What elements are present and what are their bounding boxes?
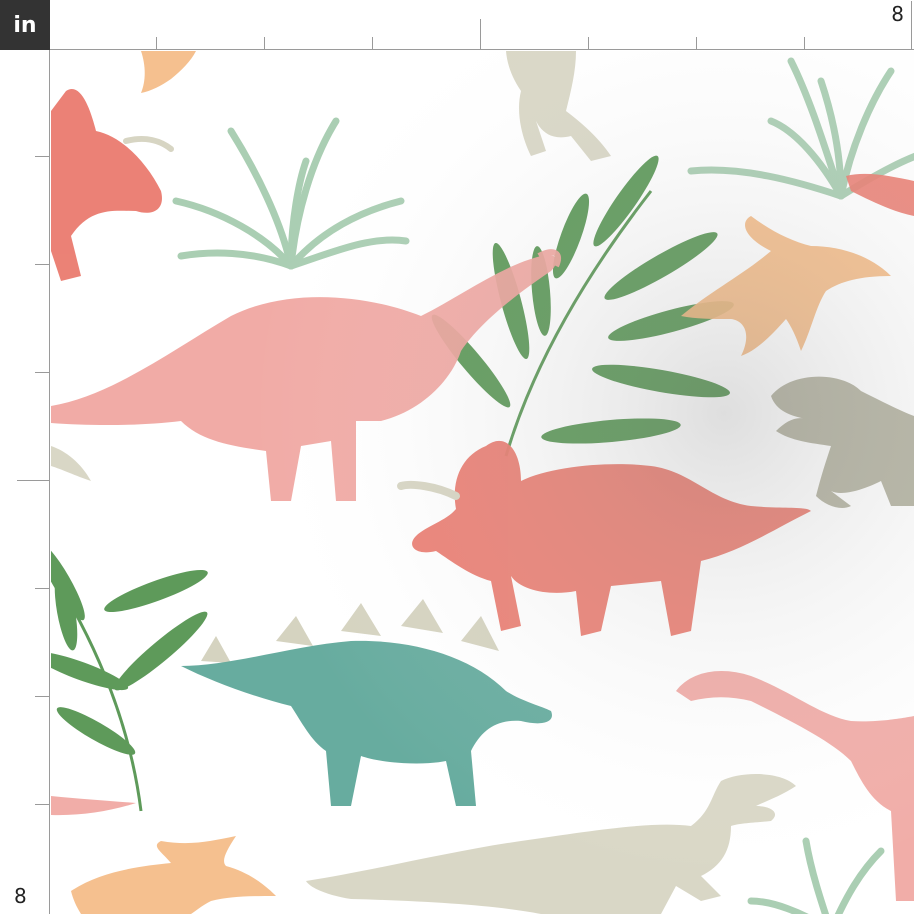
- ruler-tick: [264, 37, 265, 49]
- fabric-pattern: [51, 51, 914, 914]
- ruler-tick: [911, 1, 912, 49]
- ruler-tick: [804, 37, 805, 49]
- fabric-fold-shadow: [51, 51, 914, 914]
- ruler-tick: [17, 480, 49, 481]
- ruler-tick: [35, 588, 49, 589]
- ruler-left-end-label: 8: [14, 884, 27, 908]
- ruler-tick: [35, 264, 49, 265]
- ruler-tick: [372, 37, 373, 49]
- ruler-left: 8: [0, 50, 50, 914]
- ruler-tick: [480, 19, 481, 49]
- ruler-tick: [696, 37, 697, 49]
- ruler-unit-label: in: [13, 12, 37, 38]
- ruler-tick: [35, 696, 49, 697]
- ruler-tick: [588, 37, 589, 49]
- ruler-top-end-label: 8: [891, 2, 904, 26]
- ruler-tick: [35, 804, 49, 805]
- ruler-unit-badge: in: [0, 0, 50, 50]
- fabric-swatch: [51, 51, 914, 914]
- ruler-tick: [35, 372, 49, 373]
- ruler-tick: [156, 37, 157, 49]
- ruler-tick: [35, 156, 49, 157]
- ruler-top: 8: [50, 0, 914, 50]
